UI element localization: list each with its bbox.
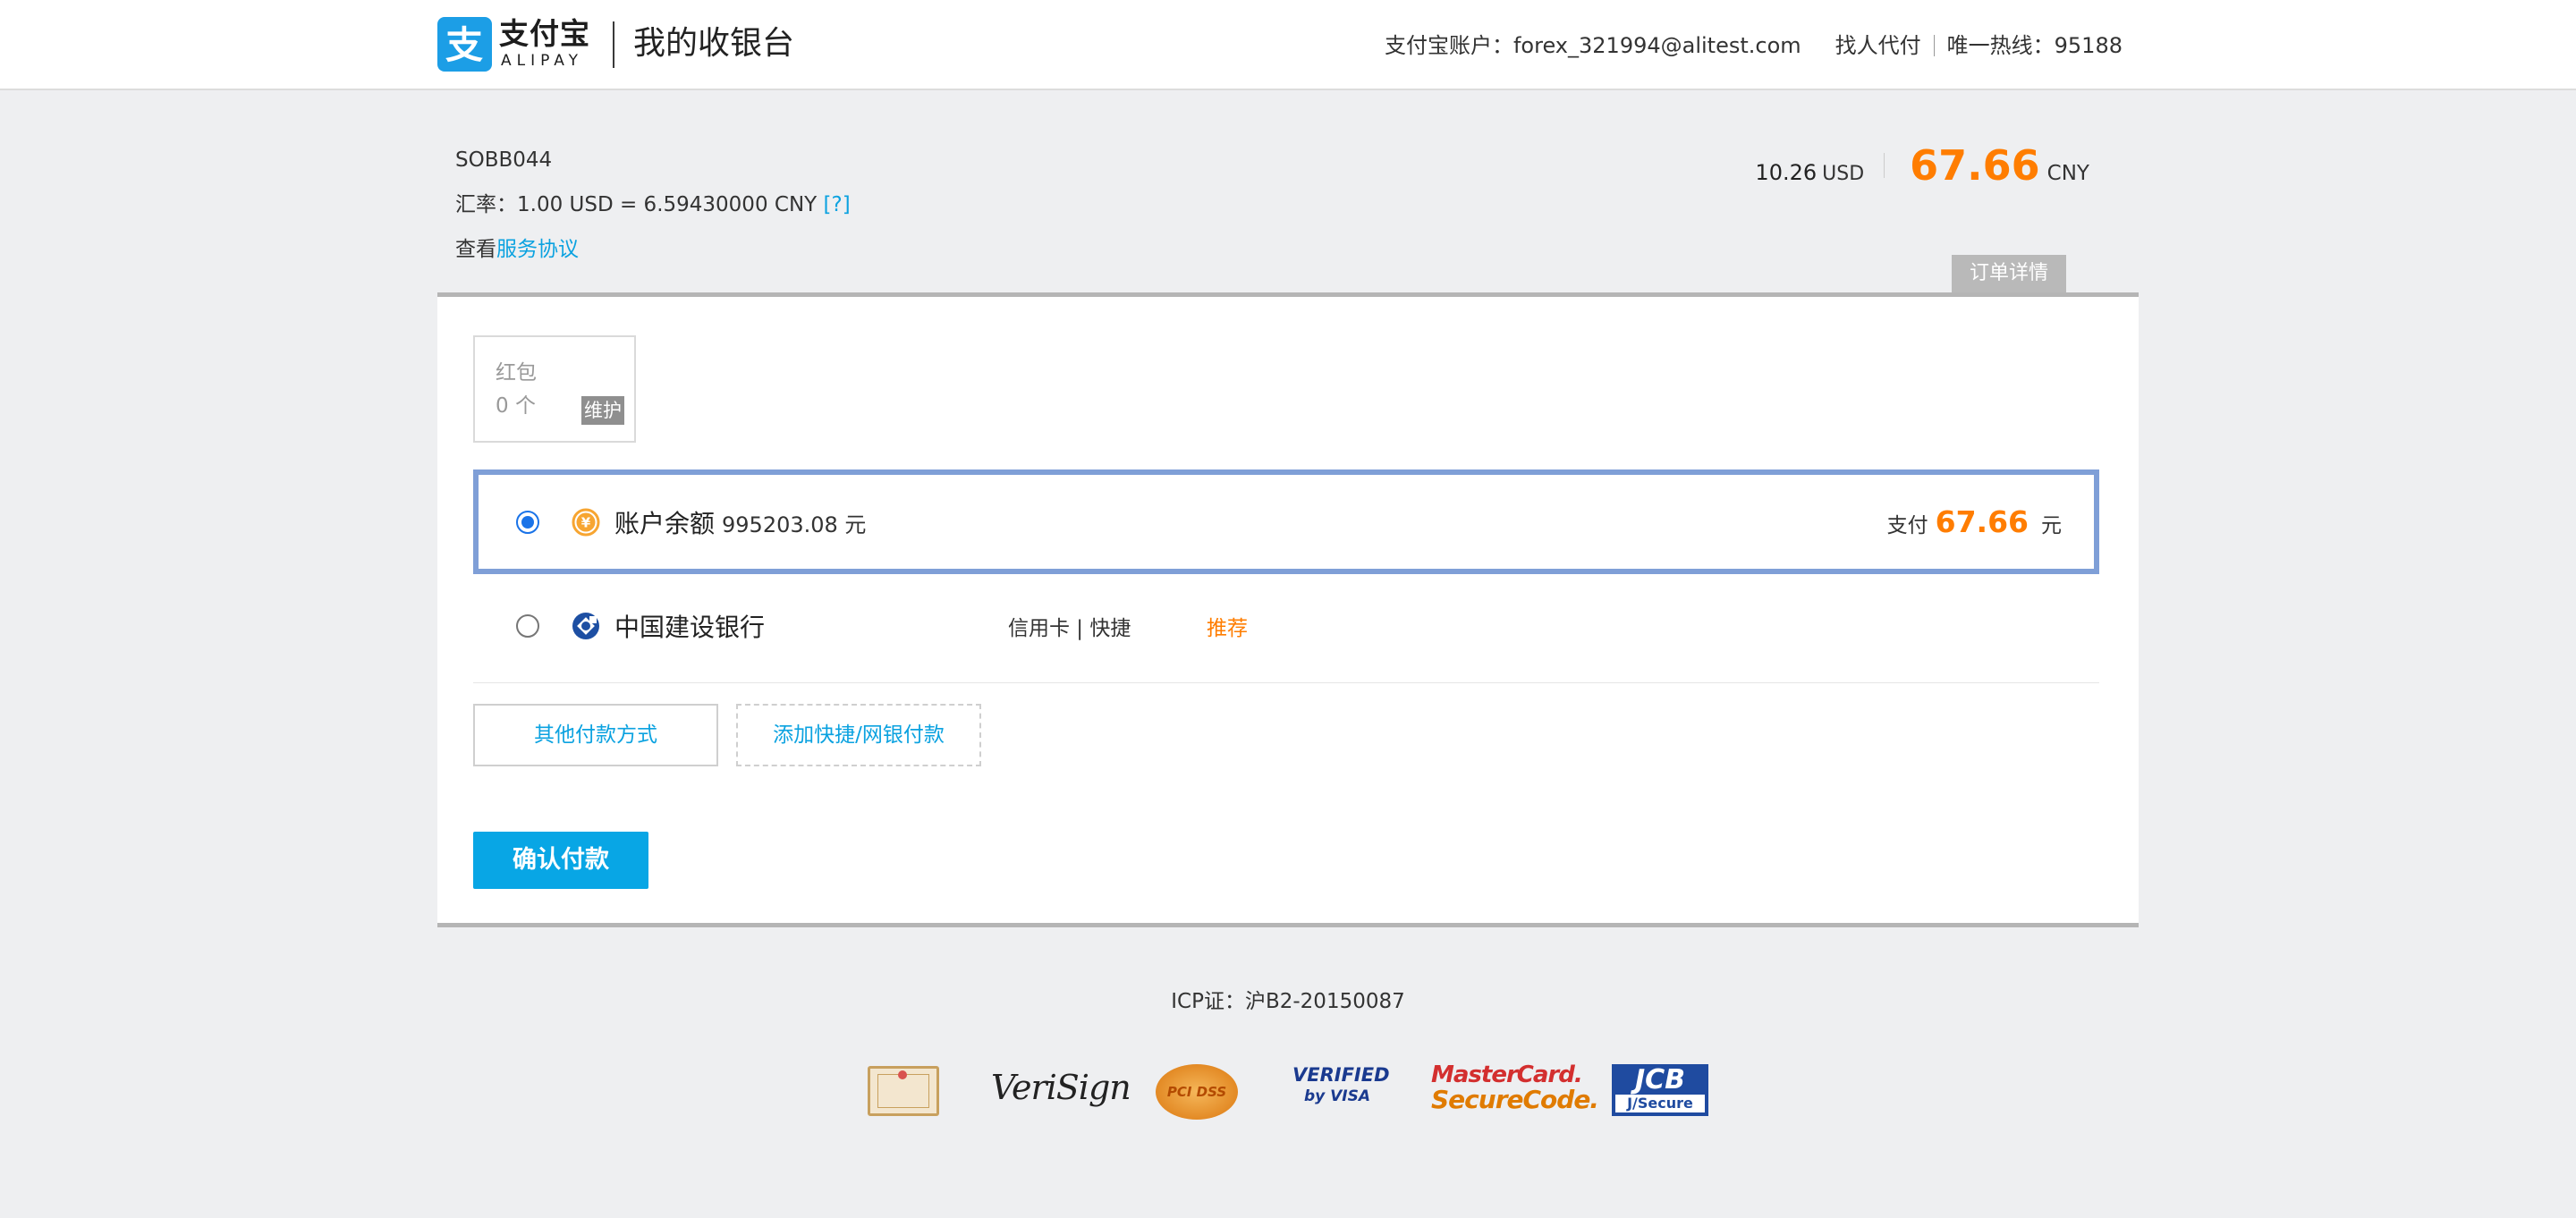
payment-method-balance[interactable]: ¥ 账户余额 995203.08 元 支付 67.66 元 [473, 469, 2099, 574]
pci-text: PCI DSS [1166, 1084, 1227, 1100]
certification-logos: VeriSign PCI DSS VERIFIED by VISA Master… [0, 1055, 2576, 1120]
mc-text-b: SecureCode. [1431, 1085, 1599, 1114]
service-agreement-link[interactable]: 服务协议 [496, 238, 579, 261]
add-quick-payment-button[interactable]: 添加快捷/网银付款 [736, 704, 981, 766]
order-info: SOBB044 汇率：1.00 USD = 6.59430000 CNY [?]… [455, 147, 851, 281]
account-label: 支付宝账户： [1384, 33, 1513, 58]
verisign-text: VeriSign [991, 1068, 1131, 1107]
pay-amount: 支付 67.66 元 [1887, 504, 2062, 539]
payment-panel: 红包 0 个 维护 ¥ 账户余额995203.08 元 支付 67.66 元 [437, 292, 2139, 927]
rate-label: 汇率： [455, 193, 517, 216]
account-value: forex_321994@alitest.com [1513, 33, 1801, 58]
usd-unit: USD [1822, 163, 1865, 185]
agreement-row: 查看服务协议 [455, 236, 851, 281]
logo-text-cn: 支付宝 [499, 16, 590, 51]
balance-method-name: 账户余额 [614, 508, 716, 538]
svg-text:¥: ¥ [581, 514, 591, 530]
ccb-tags: 信用卡 | 快捷 [1008, 617, 1131, 640]
page-title: 我的收银台 [633, 25, 795, 62]
red-packet-card[interactable]: 红包 0 个 维护 [473, 335, 636, 443]
maintenance-badge: 维护 [581, 396, 624, 425]
order-detail-tab[interactable]: 订单详情 [1952, 255, 2066, 292]
gov-certificate-icon[interactable] [868, 1066, 939, 1116]
rate-help-link[interactable]: [?] [824, 193, 851, 216]
divider [473, 682, 2099, 683]
verisign-logo[interactable]: VeriSign [991, 1068, 1131, 1107]
red-packet-title: 红包 [496, 361, 537, 385]
recommend-label: 推荐 [1207, 617, 1248, 640]
jcb-text-a: JCB [1634, 1064, 1686, 1095]
balance-radio[interactable] [516, 510, 539, 534]
mastercard-securecode-logo[interactable]: MasterCard. SecureCode. [1431, 1062, 1599, 1114]
jcb-text-b: J/Secure [1615, 1095, 1705, 1112]
hotline-label: 唯一热线： [1946, 33, 2055, 58]
rate-value: 1.00 USD = 6.59430000 CNY [517, 193, 818, 216]
logo-text-en: ALIPAY [501, 52, 583, 70]
payment-method-ccb[interactable]: 中国建设银行 信用卡 | 快捷 推荐 [473, 581, 2099, 671]
logo-divider [613, 21, 614, 68]
verified-by-visa-logo[interactable]: VERIFIED by VISA [1292, 1064, 1390, 1107]
order-id: SOBB044 [455, 148, 553, 172]
ccb-bank-icon [572, 612, 600, 640]
pay-unit: 元 [2041, 514, 2062, 537]
ccb-method-name: 中国建设银行 [614, 613, 766, 642]
other-payment-methods-button[interactable]: 其他付款方式 [473, 704, 718, 766]
header-separator [1933, 35, 1935, 56]
pci-dss-logo[interactable]: PCI DSS [1156, 1064, 1238, 1120]
balance-value: 995203.08 元 [722, 512, 867, 537]
pay-value: 67.66 [1935, 504, 2029, 539]
amount-separator [1884, 153, 1885, 178]
ccb-radio[interactable] [516, 614, 539, 638]
hotline-value: 95188 [2054, 33, 2123, 58]
cny-unit: CNY [2046, 162, 2089, 185]
agreement-prefix: 查看 [455, 238, 496, 261]
mc-text-a: MasterCard. [1431, 1062, 1583, 1088]
pay-label: 支付 [1886, 514, 1928, 537]
alipay-logo-icon[interactable]: 支 [437, 17, 492, 72]
visa-text-b: by VISA [1303, 1087, 1371, 1105]
usd-amount: 10.26 [1755, 160, 1818, 185]
svg-text:支: 支 [445, 23, 483, 67]
header-right: 支付宝账户： forex_321994@alitest.com 找人代付 唯一热… [1385, 32, 2123, 59]
exchange-rate-row: 汇率：1.00 USD = 6.59430000 CNY [?] [455, 191, 851, 236]
red-packet-count: 0 个 [496, 394, 536, 418]
order-amount: 10.26 USD 67.66 CNY [1755, 141, 2089, 190]
jcb-jsecure-logo[interactable]: JCB J/Secure [1612, 1064, 1708, 1116]
visa-text-a: VERIFIED [1292, 1064, 1390, 1086]
cny-amount: 67.66 [1910, 141, 2040, 190]
find-payer-link[interactable]: 找人代付 [1835, 32, 1921, 59]
yuan-coin-icon: ¥ [572, 508, 600, 537]
icp-license: ICP证：沪B2-20150087 [1171, 990, 1405, 1013]
header: 支 支付宝 ALIPAY 我的收银台 支付宝账户： forex_321994@a… [0, 0, 2576, 90]
confirm-payment-button[interactable]: 确认付款 [473, 832, 648, 889]
